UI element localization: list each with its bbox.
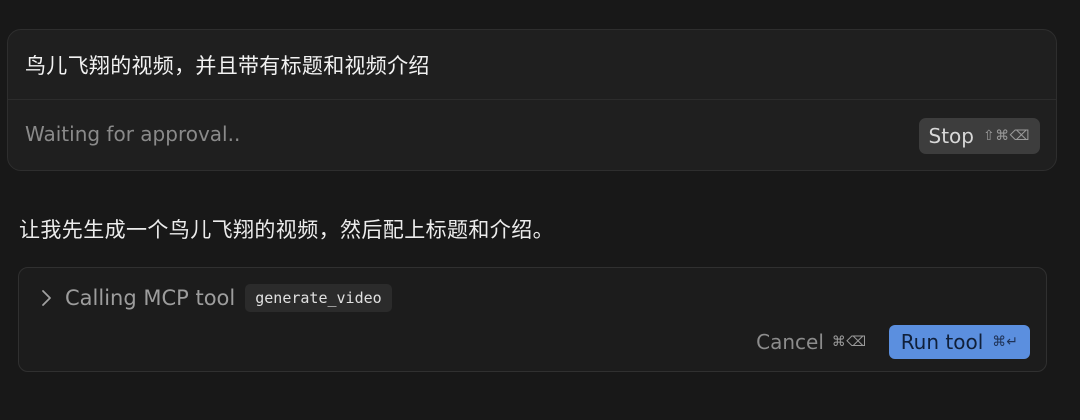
run-shortcut-hint: ⌘↵ [992,334,1018,350]
chat-panel: 鸟儿飞翔的视频，并且带有标题和视频介绍 Waiting for approval… [0,0,1080,420]
cancel-shortcut-hint: ⌘⌫ [831,334,867,350]
prompt-card: 鸟儿飞翔的视频，并且带有标题和视频介绍 Waiting for approval… [7,29,1057,171]
chevron-right-icon[interactable] [37,289,55,307]
assistant-message: 让我先生成一个鸟儿飞翔的视频，然后配上标题和介绍。 [19,218,554,242]
tool-call-title: Calling MCP tool [65,286,236,310]
stop-shortcut-hint: ⇧⌘⌫ [982,128,1030,144]
cancel-button[interactable]: Cancel ⌘⌫ [756,330,867,354]
run-tool-button[interactable]: Run tool ⌘↵ [888,325,1030,359]
tool-call-header[interactable]: Calling MCP tool generate_video [37,284,392,312]
stop-button[interactable]: Stop ⇧⌘⌫ [918,118,1040,154]
divider [8,99,1056,100]
run-tool-button-label: Run tool [900,330,984,354]
cancel-button-label: Cancel [756,330,824,354]
stop-button-label: Stop [928,124,974,148]
status-text: Waiting for approval.. [25,122,241,146]
user-prompt-text: 鸟儿飞翔的视频，并且带有标题和视频介绍 [25,54,430,78]
tool-call-card: Calling MCP tool generate_video Cancel ⌘… [18,267,1047,372]
tool-actions: Cancel ⌘⌫ Run tool ⌘↵ [756,325,1030,359]
tool-name-badge: generate_video [245,284,392,312]
